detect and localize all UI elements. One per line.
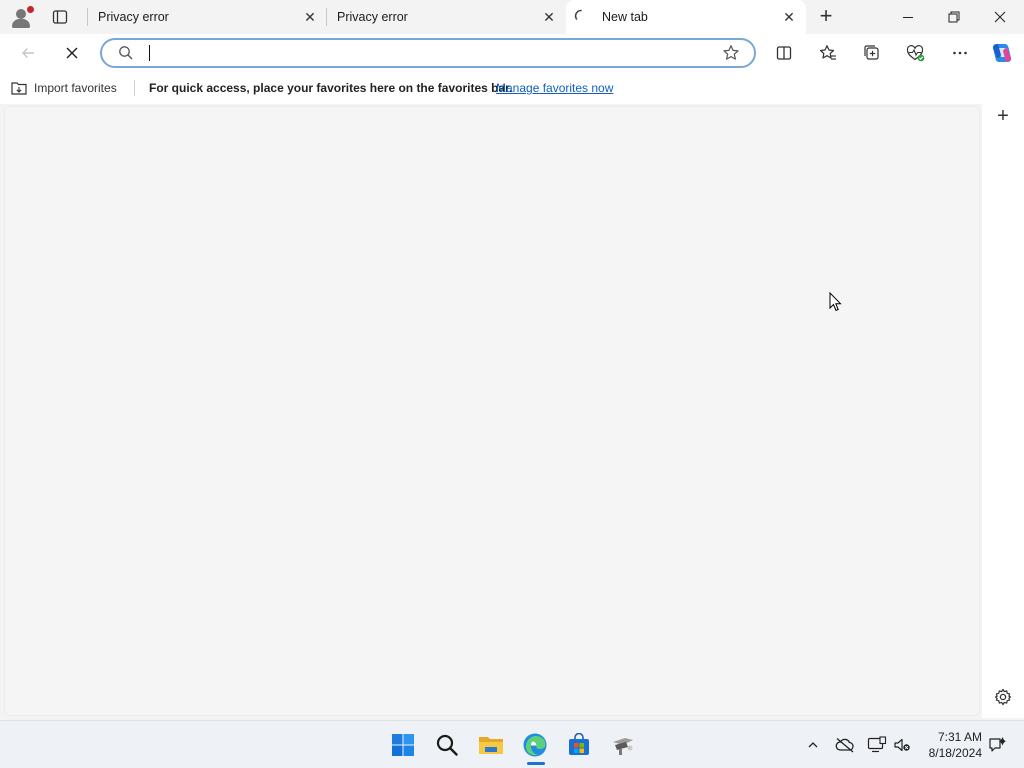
restore-button[interactable] bbox=[932, 4, 976, 30]
text-caret bbox=[149, 45, 150, 61]
notification-dot bbox=[27, 6, 34, 13]
tab-close-icon[interactable]: ✕ bbox=[542, 10, 556, 24]
clock-time: 7:31 AM bbox=[937, 730, 982, 744]
loading-spinner-icon bbox=[574, 9, 582, 20]
volume-muted-icon[interactable] bbox=[892, 735, 912, 755]
split-screen-icon[interactable] bbox=[770, 39, 798, 67]
tab-close-icon[interactable]: ✕ bbox=[782, 10, 796, 24]
network-icon[interactable] bbox=[867, 735, 887, 755]
tab-actions-icon[interactable] bbox=[46, 6, 74, 28]
file-explorer-icon[interactable] bbox=[475, 729, 507, 761]
start-windows-icon[interactable] bbox=[387, 729, 419, 761]
microsoft-store-icon[interactable] bbox=[563, 729, 595, 761]
taskbar-clock[interactable]: 7:31 AM 8/18/2024 bbox=[920, 729, 982, 761]
tab-label: Privacy error bbox=[337, 10, 408, 24]
import-favorites-icon bbox=[11, 82, 27, 95]
more-options-icon[interactable] bbox=[946, 39, 974, 67]
active-app-indicator bbox=[527, 762, 545, 765]
onedrive-offline-icon[interactable] bbox=[835, 735, 855, 755]
stop-loading-button[interactable] bbox=[58, 39, 86, 67]
tab-close-icon[interactable]: ✕ bbox=[303, 10, 317, 24]
page-content-area[interactable] bbox=[4, 106, 980, 716]
sidebar-settings-icon[interactable] bbox=[990, 684, 1016, 710]
import-favorites-label: Import favorites bbox=[34, 81, 117, 95]
tab-label: New tab bbox=[602, 10, 648, 24]
add-favorite-star-icon[interactable] bbox=[722, 44, 740, 62]
add-sidebar-app-button[interactable]: + bbox=[990, 104, 1016, 130]
copilot-icon[interactable] bbox=[988, 39, 1016, 67]
address-input[interactable] bbox=[146, 44, 706, 62]
title-bar: Privacy error ✕ Privacy error ✕ New tab … bbox=[0, 0, 1024, 34]
app-tool-icon[interactable] bbox=[607, 729, 639, 761]
notifications-icon[interactable] bbox=[987, 735, 1007, 755]
clock-date: 8/18/2024 bbox=[928, 746, 982, 760]
mouse-cursor-icon bbox=[829, 292, 842, 312]
tab-label: Privacy error bbox=[98, 10, 169, 24]
manage-favorites-link[interactable]: Manage favorites now bbox=[496, 81, 613, 95]
favorites-icon[interactable] bbox=[814, 39, 842, 67]
tab-privacy-error-1[interactable]: Privacy error ✕ bbox=[87, 0, 327, 34]
tab-new-tab[interactable]: New tab ✕ bbox=[566, 0, 806, 34]
show-hidden-icons-chevron-up-icon[interactable] bbox=[803, 735, 823, 755]
sidebar: + bbox=[982, 104, 1024, 718]
edge-browser-icon[interactable] bbox=[519, 729, 551, 761]
favorites-divider bbox=[134, 80, 135, 96]
favorites-bar: Import favorites For quick access, place… bbox=[0, 72, 1024, 104]
minimize-button[interactable] bbox=[886, 4, 930, 30]
search-icon[interactable] bbox=[431, 729, 463, 761]
tab-privacy-error-2[interactable]: Privacy error ✕ bbox=[326, 0, 566, 34]
navigation-toolbar bbox=[0, 34, 1024, 72]
favorites-bar-message: For quick access, place your favorites h… bbox=[149, 81, 513, 95]
new-tab-button[interactable]: + bbox=[812, 4, 840, 30]
collections-icon[interactable] bbox=[858, 39, 886, 67]
taskbar: 7:31 AM 8/18/2024 bbox=[0, 720, 1024, 768]
search-icon bbox=[119, 46, 133, 60]
address-bar[interactable] bbox=[100, 38, 756, 68]
browser-essentials-icon[interactable] bbox=[902, 39, 930, 67]
close-window-button[interactable] bbox=[978, 4, 1022, 30]
back-button[interactable] bbox=[14, 39, 42, 67]
import-favorites-button[interactable]: Import favorites bbox=[10, 79, 117, 97]
profile-avatar-icon[interactable] bbox=[8, 4, 36, 30]
